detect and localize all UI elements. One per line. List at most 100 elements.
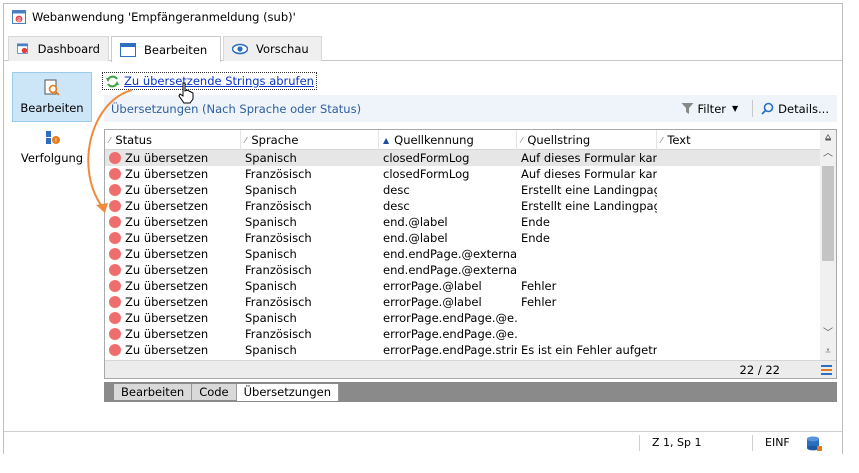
hand-cursor-icon xyxy=(178,82,194,104)
fetch-strings-link[interactable]: Zu übersetzende Strings abrufen xyxy=(102,72,317,90)
col-header-sprache[interactable]: ⁄ Sprache xyxy=(240,130,378,150)
tab-vorschau-label: Vorschau xyxy=(256,42,309,56)
tab-vorschau[interactable]: Vorschau xyxy=(223,36,322,61)
status-dot-icon xyxy=(109,248,121,260)
table-row[interactable]: Zu übersetzen Französisch closedFormLog Auf… xyxy=(105,166,821,182)
tracking-icon: ! xyxy=(46,131,60,145)
table-cell xyxy=(661,262,821,278)
status-dot-icon xyxy=(109,152,121,164)
table-cell xyxy=(521,326,657,342)
table-row[interactable]: Zu übersetzen Spanisch errorPage.endPage.@… xyxy=(105,310,821,326)
record-count: 22 / 22 xyxy=(739,363,780,377)
scroll-down-icon[interactable]: ﹀ xyxy=(820,326,836,342)
scroll-up-icon[interactable]: ︿ xyxy=(820,146,836,162)
scroll-up-top-icon[interactable]: ⩠ xyxy=(820,130,836,146)
table-cell: closedFormLog xyxy=(383,151,470,165)
table-cell xyxy=(661,246,821,262)
table-cell: Fehler xyxy=(521,295,557,309)
table-cell: Französisch xyxy=(245,295,312,309)
table-row[interactable]: Zu übersetzen Spanisch closedFormLog Auf di… xyxy=(105,150,821,166)
table-cell xyxy=(661,342,821,358)
table-cell xyxy=(521,262,657,278)
table-row[interactable]: Zu übersetzen Spanisch end.@label Ende xyxy=(105,214,821,230)
vertical-scrollbar[interactable]: ⩠ ︿ ﹀ ⩡ xyxy=(820,130,836,360)
editor-tabs: Bearbeiten Code Übersetzungen xyxy=(104,382,837,402)
col-header-text[interactable]: ⁄ Text xyxy=(656,130,821,150)
status-dot-icon xyxy=(109,296,121,308)
sort-handle-icon: ⁄ xyxy=(521,135,523,145)
database-icon xyxy=(807,436,822,451)
table-cell: Spanisch xyxy=(245,343,297,357)
col-header-label: Status xyxy=(115,133,152,147)
table-cell xyxy=(661,182,821,198)
scrollbar-thumb[interactable] xyxy=(822,166,834,261)
grid-footer: 22 / 22 xyxy=(105,360,836,378)
col-header-label: Text xyxy=(667,133,691,147)
grid-header: ⁄ Status ⁄ Sprache ▲ Quellkennung ⁄ Quel… xyxy=(105,130,821,150)
table-cell: Erstellt eine Landingpage. xyxy=(521,183,657,197)
svg-text:@: @ xyxy=(17,17,22,23)
table-cell: Spanisch xyxy=(245,311,297,325)
table-cell: Fehler xyxy=(521,279,557,293)
table-cell: Auf dieses Formular kann. xyxy=(521,167,657,181)
grid-rows: Zu übersetzen Spanisch closedFormLog Auf di… xyxy=(105,150,821,358)
table-cell: Erstellt eine Landingpage. xyxy=(521,199,657,213)
web-app-icon: @ xyxy=(12,10,26,24)
status-dot-icon xyxy=(109,168,121,180)
fetch-strings-label: Zu übersetzende Strings abrufen xyxy=(124,74,314,88)
sidebar: Bearbeiten ! Verfolgung xyxy=(12,72,92,172)
chevron-down-icon: ▼ xyxy=(732,104,739,113)
status-dot-icon xyxy=(109,184,121,196)
scroll-down-bottom-icon[interactable]: ⩡ xyxy=(820,344,836,360)
table-cell: end.endPage.@externalU. xyxy=(383,263,517,277)
table-row[interactable]: Zu übersetzen Französisch errorPage.endPag… xyxy=(105,326,821,342)
dashboard-icon xyxy=(17,43,29,54)
tab-bearbeiten[interactable]: Bearbeiten xyxy=(111,36,221,62)
col-header-quellkennung[interactable]: ▲ Quellkennung xyxy=(378,130,516,150)
table-row[interactable]: Zu übersetzen Spanisch desc Erstellt eine L… xyxy=(105,182,821,198)
table-cell: Zu übersetzen xyxy=(125,311,209,325)
col-header-quellstring[interactable]: ⁄ Quellstring xyxy=(516,130,656,150)
tab-dashboard[interactable]: Dashboard xyxy=(8,36,109,61)
sidebar-item-bearbeiten[interactable]: Bearbeiten xyxy=(12,72,92,122)
main-tabs: Dashboard Bearbeiten Vorschau xyxy=(4,35,842,62)
table-cell: Spanisch xyxy=(245,247,297,261)
col-header-label: Quellstring xyxy=(527,133,591,147)
table-cell: Ende xyxy=(521,215,550,229)
table-cell xyxy=(521,246,657,262)
table-cell: Französisch xyxy=(245,263,312,277)
table-cell xyxy=(661,230,821,246)
editor-tab-bearbeiten[interactable]: Bearbeiten xyxy=(114,384,193,400)
cursor-position: Z 1, Sp 1 xyxy=(639,435,729,451)
col-header-status[interactable]: ⁄ Status xyxy=(105,130,240,150)
table-cell: end.@label xyxy=(383,231,448,245)
list-header: Übersetzungen (Nach Sprache oder Status)… xyxy=(104,95,837,122)
table-row[interactable]: Zu übersetzen Spanisch errorPage.endPage.s… xyxy=(105,342,821,358)
table-cell: Zu übersetzen xyxy=(125,327,209,341)
filter-button[interactable]: Filter ▼ xyxy=(681,102,739,116)
table-row[interactable]: Zu übersetzen Spanisch end.endPage.@extern… xyxy=(105,246,821,262)
details-button[interactable]: Details... xyxy=(761,102,829,116)
table-cell: desc xyxy=(383,183,410,197)
tab-dashboard-label: Dashboard xyxy=(37,42,100,56)
table-cell: Zu übersetzen xyxy=(125,231,209,245)
table-row[interactable]: Zu übersetzen Französisch desc Erstellt ein… xyxy=(105,198,821,214)
table-row[interactable]: Zu übersetzen Französisch end.endPage.@ext… xyxy=(105,262,821,278)
table-row[interactable]: Zu übersetzen Französisch errorPage.@label… xyxy=(105,294,821,310)
sidebar-item-verfolgung[interactable]: ! Verfolgung xyxy=(12,122,92,172)
table-row[interactable]: Zu übersetzen Spanisch errorPage.@label Feh… xyxy=(105,278,821,294)
eye-icon xyxy=(232,43,248,55)
svg-text:!: ! xyxy=(55,138,57,145)
table-cell: Es ist ein Fehler aufgetre... xyxy=(521,343,657,357)
translations-grid: ⁄ Status ⁄ Sprache ▲ Quellkennung ⁄ Quel… xyxy=(104,129,837,379)
list-options-icon[interactable] xyxy=(821,364,832,375)
tab-bearbeiten-label: Bearbeiten xyxy=(144,42,208,57)
editor-tab-uebersetzungen[interactable]: Übersetzungen xyxy=(236,384,340,401)
application-window: @ Webanwendung 'Empfängeranmeldung (sub)… xyxy=(3,3,843,454)
table-row[interactable]: Zu übersetzen Französisch end.@label Ende xyxy=(105,230,821,246)
table-cell: Zu übersetzen xyxy=(125,247,209,261)
editor-tab-code[interactable]: Code xyxy=(192,384,237,400)
table-cell: desc xyxy=(383,199,410,213)
refresh-icon xyxy=(106,75,119,87)
col-header-label: Sprache xyxy=(251,133,299,147)
